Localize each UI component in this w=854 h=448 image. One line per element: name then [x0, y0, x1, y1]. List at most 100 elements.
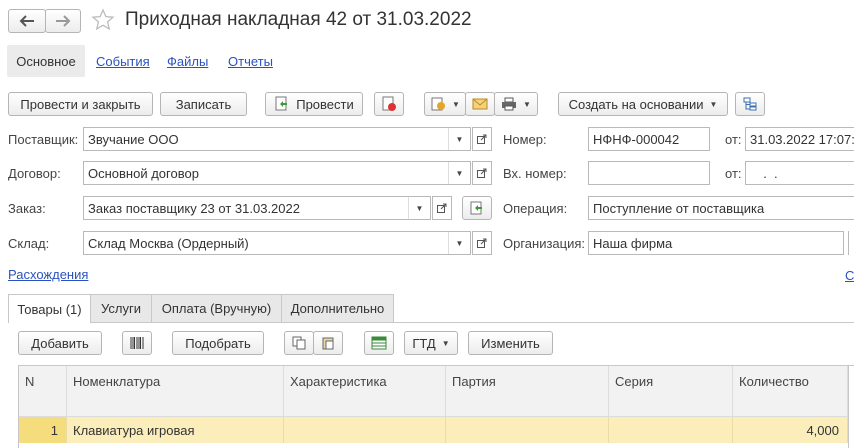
column-header-n[interactable]: N: [19, 366, 67, 416]
supplier-field[interactable]: Звучание ООО ▼: [83, 127, 471, 151]
chevron-down-icon[interactable]: ▼: [448, 232, 470, 254]
create-based-on-label: Создать на основании: [568, 96, 704, 112]
barcode-button[interactable]: [122, 331, 152, 355]
nav-tab-files[interactable]: Файлы: [167, 54, 208, 69]
cell-series[interactable]: [609, 417, 733, 443]
date-field[interactable]: 31.03.2022 17:07:: [745, 127, 854, 151]
tabs-baseline: [8, 322, 854, 323]
print-dropdown-button[interactable]: ▼: [494, 92, 538, 116]
contract-label: Договор:: [8, 166, 61, 181]
chevron-down-icon[interactable]: ▼: [408, 197, 430, 219]
open-window-icon: [477, 168, 487, 178]
operation-field[interactable]: Поступление от поставщика: [588, 196, 854, 220]
forward-button[interactable]: [45, 9, 81, 33]
create-based-on-button[interactable]: Создать на основании ▼: [558, 92, 728, 116]
chevron-down-icon[interactable]: ▼: [448, 128, 470, 150]
add-row-button[interactable]: Добавить: [18, 331, 102, 355]
chevron-down-icon: ▼: [709, 99, 718, 109]
column-header-item[interactable]: Номенклатура: [67, 366, 284, 416]
arrow-left-icon: [19, 15, 34, 27]
nav-tab-reports[interactable]: Отчеты: [228, 54, 273, 69]
right-link[interactable]: С: [845, 268, 854, 283]
unpost-document-icon: [382, 96, 396, 111]
page-title: Приходная накладная 42 от 31.03.2022: [125, 9, 472, 30]
column-header-quantity[interactable]: Количество: [733, 366, 848, 416]
chevron-down-icon: ▼: [441, 338, 450, 348]
document-add-icon: [431, 97, 446, 111]
organization-field[interactable]: Наша фирма: [588, 231, 844, 255]
contract-open-button[interactable]: [472, 161, 492, 185]
post-and-close-button[interactable]: Провести и закрыть: [8, 92, 153, 116]
copy-icon: [292, 336, 306, 350]
tab-payment[interactable]: Оплата (Вручную): [151, 294, 282, 322]
copy-button[interactable]: [284, 331, 314, 355]
fill-document-icon: [470, 201, 482, 215]
organization-scroll-edge: [848, 231, 854, 255]
cell-batch[interactable]: [446, 417, 609, 443]
printer-icon: [502, 97, 517, 111]
chevron-down-icon: ▼: [523, 99, 531, 109]
date-value: 31.03.2022 17:07:: [750, 131, 854, 147]
favorite-star[interactable]: [91, 8, 115, 32]
attach-dropdown-button[interactable]: ▼: [424, 92, 466, 116]
cell-quantity[interactable]: 4,000: [733, 417, 848, 443]
order-value: Заказ поставщику 23 от 31.03.2022: [88, 200, 300, 216]
gtd-dropdown-button[interactable]: ГТД ▼: [404, 331, 458, 355]
incoming-number-field[interactable]: [588, 161, 710, 185]
organization-value: Наша фирма: [593, 235, 673, 251]
column-header-characteristic[interactable]: Характеристика: [284, 366, 446, 416]
email-button[interactable]: [465, 92, 495, 116]
paste-button[interactable]: [313, 331, 343, 355]
operation-label: Операция:: [503, 201, 568, 216]
pick-button[interactable]: Подобрать: [172, 331, 264, 355]
order-field[interactable]: Заказ поставщику 23 от 31.03.2022 ▼: [83, 196, 431, 220]
chevron-down-icon: ▼: [452, 99, 460, 109]
nav-tab-main[interactable]: Основное: [7, 45, 85, 77]
number-value: НФНФ-000042: [593, 131, 680, 147]
cell-characteristic[interactable]: [284, 417, 446, 443]
cell-item-value: Клавиатура игровая: [73, 422, 195, 438]
unpost-button[interactable]: [374, 92, 404, 116]
incoming-date-label: от:: [725, 166, 742, 181]
tab-services[interactable]: Услуги: [90, 294, 152, 322]
hierarchy-icon: [743, 97, 757, 111]
supplier-open-button[interactable]: [472, 127, 492, 151]
contract-field[interactable]: Основной договор ▼: [83, 161, 471, 185]
post-button[interactable]: Провести: [265, 92, 363, 116]
incoming-number-label: Вх. номер:: [503, 166, 567, 181]
nav-tab-events[interactable]: События: [96, 54, 150, 69]
order-open-button[interactable]: [432, 196, 452, 220]
structure-button[interactable]: [735, 92, 765, 116]
incoming-date-field[interactable]: . .: [745, 161, 854, 185]
save-button[interactable]: Записать: [160, 92, 247, 116]
cell-n[interactable]: 1: [19, 417, 67, 443]
number-field[interactable]: НФНФ-000042: [588, 127, 710, 151]
discrepancies-link[interactable]: Расхождения: [8, 267, 88, 282]
paste-icon: [322, 337, 334, 350]
nav-tab-main-label: Основное: [16, 53, 76, 69]
warehouse-label: Склад:: [8, 236, 50, 251]
tab-goods[interactable]: Товары (1): [8, 294, 91, 323]
warehouse-field[interactable]: Склад Москва (Ордерный) ▼: [83, 231, 471, 255]
open-window-icon: [477, 134, 487, 144]
arrow-right-icon: [56, 15, 71, 27]
chevron-down-icon[interactable]: ▼: [448, 162, 470, 184]
tab-additional[interactable]: Дополнительно: [281, 294, 394, 322]
back-button[interactable]: [8, 9, 46, 33]
open-window-icon: [437, 203, 447, 213]
envelope-icon: [472, 98, 488, 110]
gtd-label: ГТД: [412, 335, 436, 351]
incoming-date-value: . .: [756, 165, 778, 181]
table-fill-icon: [371, 336, 387, 350]
star-icon: [91, 8, 115, 31]
fill-table-button[interactable]: [364, 331, 394, 355]
barcode-icon: [130, 337, 144, 349]
contract-value: Основной договор: [88, 165, 199, 181]
fill-by-order-button[interactable]: [462, 196, 492, 220]
column-header-batch[interactable]: Партия: [446, 366, 609, 416]
cell-item[interactable]: Клавиатура игровая: [67, 417, 284, 443]
change-button[interactable]: Изменить: [468, 331, 553, 355]
warehouse-open-button[interactable]: [472, 231, 492, 255]
number-label: Номер:: [503, 132, 547, 147]
column-header-series[interactable]: Серия: [609, 366, 733, 416]
